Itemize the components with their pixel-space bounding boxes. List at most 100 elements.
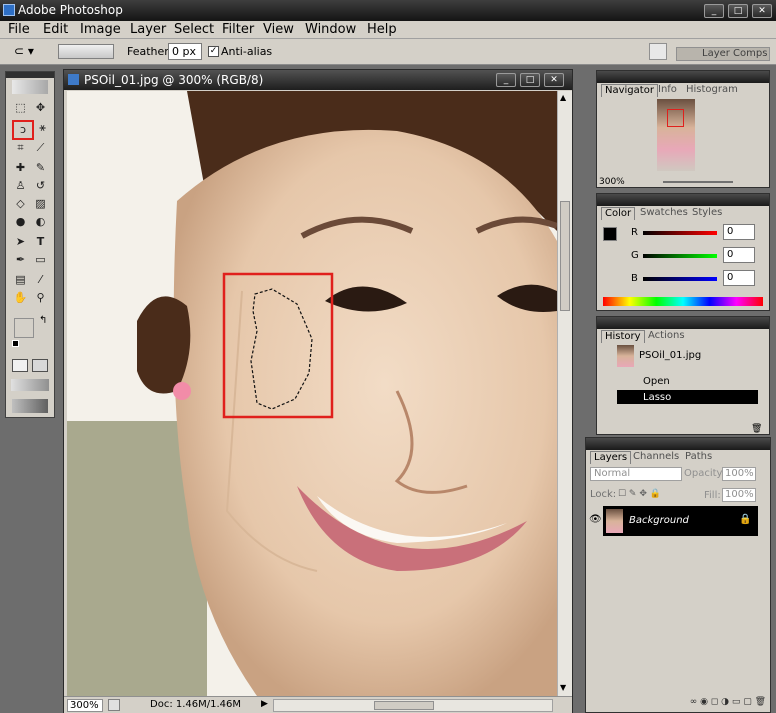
fill-input[interactable]: 100% (722, 488, 756, 502)
vertical-scrollbar[interactable]: ▲ ▼ (557, 91, 572, 696)
tab-history[interactable]: History (601, 330, 645, 343)
navigator-zoom[interactable]: 300% (599, 177, 625, 187)
maximize-button[interactable]: □ (728, 4, 748, 18)
menu-view[interactable]: View (263, 22, 294, 37)
crop-tool-icon[interactable]: ⌗ (12, 140, 29, 156)
lock-buttons[interactable]: ☐ ✎ ✥ 🔒 (618, 489, 664, 499)
history-delete-icon[interactable]: 🗑 (751, 424, 762, 434)
tab-layers[interactable]: Layers (590, 451, 632, 464)
dodge-tool-icon[interactable]: ◐ (32, 214, 49, 230)
status-menu-icon[interactable] (108, 699, 120, 711)
swap-colors-icon[interactable]: ↰ (39, 315, 47, 326)
color-spectrum-bar[interactable] (603, 297, 763, 306)
magic-wand-tool-icon[interactable]: ⚹ (34, 120, 51, 136)
history-brush-tool-icon[interactable]: ↺ (32, 178, 49, 194)
g-slider[interactable] (643, 254, 717, 258)
default-colors-icon[interactable] (12, 340, 19, 347)
close-button[interactable]: ✕ (752, 4, 772, 18)
palette-well-icon[interactable] (649, 43, 667, 60)
history-snapshot-name[interactable]: PSOil_01.jpg (639, 350, 701, 361)
menu-layer[interactable]: Layer (130, 22, 166, 37)
blur-tool-icon[interactable]: ● (12, 214, 29, 230)
pen-tool-icon[interactable]: ✒ (12, 252, 29, 268)
b-slider[interactable] (643, 277, 717, 281)
scroll-down-arrow-icon[interactable]: ▼ (560, 683, 570, 693)
antialias-checkbox[interactable]: ✓ (208, 46, 219, 57)
tab-channels[interactable]: Channels (630, 451, 682, 464)
menu-edit[interactable]: Edit (43, 22, 68, 37)
tab-info[interactable]: Info (655, 84, 680, 97)
gradient-tool-icon[interactable]: ▨ (32, 196, 49, 212)
tab-actions[interactable]: Actions (645, 330, 688, 343)
history-state-lasso[interactable]: Lasso (643, 392, 671, 403)
navigator-thumbnail[interactable] (657, 99, 695, 171)
zoom-tool-icon[interactable]: ⚲ (32, 290, 49, 306)
color-fg-swatch[interactable] (603, 227, 617, 241)
screen-mode-icon[interactable] (11, 379, 49, 391)
layer-comps-tab[interactable]: Layer Comps (676, 47, 770, 61)
menu-help[interactable]: Help (367, 22, 397, 37)
scroll-thumb[interactable] (560, 201, 570, 311)
quickmask-mode-icon[interactable] (32, 359, 48, 372)
doc-minimize-button[interactable]: _ (496, 73, 516, 87)
b-value[interactable]: 0 (723, 270, 755, 286)
notes-tool-icon[interactable]: ▤ (12, 272, 29, 288)
path-selection-tool-icon[interactable]: ➤ (12, 234, 29, 250)
feather-input[interactable]: 0 px (168, 43, 202, 60)
layer-row[interactable]: Background 🔒 (603, 506, 758, 536)
r-value[interactable]: 0 (723, 224, 755, 240)
tool-preset-picker[interactable]: ⊂ ▾ (14, 43, 48, 60)
eraser-tool-icon[interactable]: ◇ (12, 196, 29, 212)
menu-image[interactable]: Image (80, 22, 121, 37)
slice-tool-icon[interactable]: ⟋ (32, 140, 49, 156)
doc-maximize-button[interactable]: □ (520, 73, 540, 87)
shape-tool-icon[interactable]: ▭ (32, 252, 49, 268)
layer-name[interactable]: Background (629, 515, 689, 526)
foreground-color-swatch[interactable] (14, 318, 34, 338)
status-arrow-icon[interactable]: ▶ (261, 699, 268, 709)
menu-filter[interactable]: Filter (222, 22, 254, 37)
history-state-open[interactable]: Open (643, 376, 670, 387)
tab-navigator[interactable]: Navigator (601, 84, 658, 97)
menu-file[interactable]: File (8, 22, 30, 37)
scroll-up-arrow-icon[interactable]: ▲ (560, 93, 570, 103)
zoom-level[interactable]: 300% (67, 699, 103, 712)
hscroll-thumb[interactable] (374, 701, 434, 710)
history-snapshot-thumb[interactable] (617, 345, 634, 367)
menu-window[interactable]: Window (305, 22, 356, 37)
image-canvas[interactable] (67, 91, 557, 696)
jump-to-imageready-icon[interactable] (12, 399, 48, 413)
layers-bottom-buttons[interactable]: ∞ ◉ ◻ ◑ ▭ ▢ 🗑 (616, 697, 766, 709)
blend-mode-select[interactable]: Normal (590, 467, 682, 481)
antialias-label: Anti-alias (221, 45, 273, 58)
selection-mode-buttons[interactable] (58, 44, 114, 59)
healing-brush-tool-icon[interactable]: ✚ (12, 160, 29, 176)
tab-color[interactable]: Color (601, 207, 636, 220)
g-value[interactable]: 0 (723, 247, 755, 263)
clone-stamp-tool-icon[interactable]: ♙ (12, 178, 29, 194)
minimize-button[interactable]: _ (704, 4, 724, 18)
standard-mode-icon[interactable] (12, 359, 28, 372)
lasso-tool-icon[interactable]: ↄ (12, 120, 34, 140)
navigator-view-box[interactable] (667, 109, 684, 127)
hand-tool-icon[interactable]: ✋ (12, 290, 29, 306)
menu-bar: File Edit Image Layer Select Filter View… (0, 21, 776, 39)
r-slider[interactable] (643, 231, 717, 235)
tab-histogram[interactable]: Histogram (683, 84, 741, 97)
feather-logo-icon[interactable] (12, 80, 48, 94)
zoom-slider[interactable] (663, 181, 733, 183)
tab-swatches[interactable]: Swatches (637, 207, 691, 220)
doc-close-button[interactable]: ✕ (544, 73, 564, 87)
brush-tool-icon[interactable]: ✎ (32, 160, 49, 176)
marquee-tool-icon[interactable]: ⬚ (12, 100, 29, 116)
move-tool-icon[interactable]: ✥ (32, 100, 49, 116)
horizontal-scrollbar[interactable] (273, 699, 553, 712)
type-tool-icon[interactable]: T (32, 234, 49, 250)
eyedropper-tool-icon[interactable]: ⁄ (32, 272, 49, 288)
opacity-input[interactable]: 100% (722, 467, 756, 481)
tab-styles[interactable]: Styles (689, 207, 725, 220)
layer-visibility-eye-icon[interactable]: 👁 (589, 514, 602, 525)
tab-paths[interactable]: Paths (682, 451, 715, 464)
history-state-lasso-row[interactable] (617, 390, 758, 404)
menu-select[interactable]: Select (174, 22, 214, 37)
